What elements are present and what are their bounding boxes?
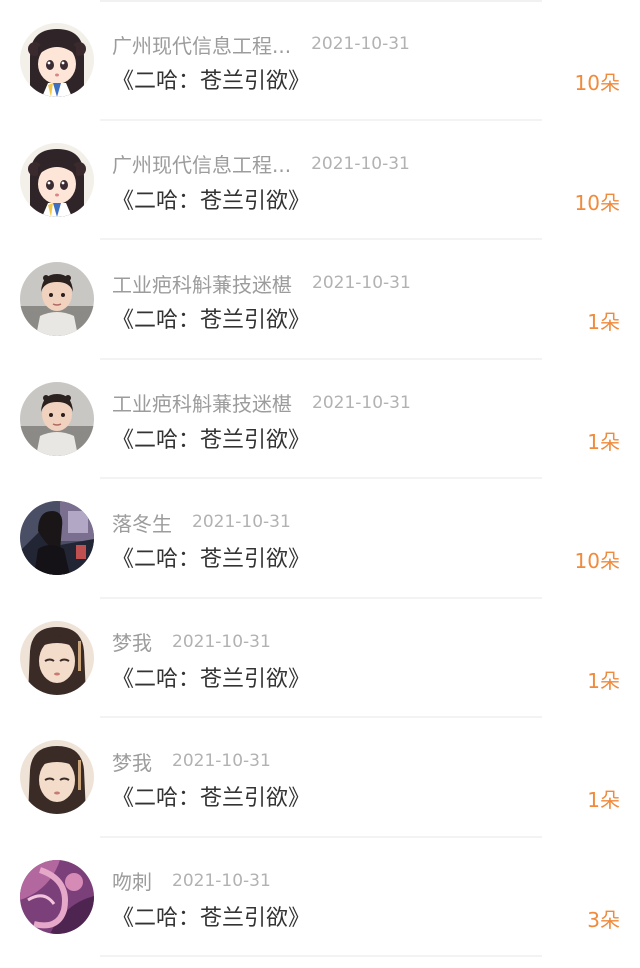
book-title[interactable]: 《二哈：苍兰引欲》 — [112, 900, 310, 932]
child-photo-avatar-icon — [20, 381, 94, 456]
gift-record-list: 广州现代信息工程... 2021-10-31 《二哈：苍兰引欲》 10朵 广州现… — [0, 0, 640, 968]
avatar[interactable] — [20, 262, 94, 336]
list-item[interactable]: 梦我 2021-10-31 《二哈：苍兰引欲》 1朵 — [0, 718, 640, 838]
list-item[interactable]: 广州现代信息工程... 2021-10-31 《二哈：苍兰引欲》 10朵 — [0, 1, 640, 121]
list-item[interactable]: 广州现代信息工程... 2021-10-31 《二哈：苍兰引欲》 10朵 — [0, 121, 640, 240]
item-meta: 广州现代信息工程... 2021-10-31 — [112, 30, 410, 58]
item-meta: 工业疤科斛蒹技迷椹 2021-10-31 — [112, 389, 411, 417]
book-title[interactable]: 《二哈：苍兰引欲》 — [112, 302, 310, 334]
date: 2021-10-31 — [172, 751, 271, 771]
user-name[interactable]: 落冬生 — [112, 508, 172, 537]
user-name[interactable]: 梦我 — [112, 627, 152, 656]
gift-amount: 10朵 — [574, 190, 620, 215]
avatar[interactable] — [20, 381, 94, 456]
list-item[interactable]: 工业疤科斛蒹技迷椹 2021-10-31 《二哈：苍兰引欲》 1朵 — [0, 240, 640, 360]
user-name[interactable]: 工业疤科斛蒹技迷椹 — [112, 269, 292, 298]
item-meta: 工业疤科斛蒹技迷椹 2021-10-31 — [112, 269, 411, 297]
gift-amount: 1朵 — [587, 668, 620, 693]
avatar[interactable] — [20, 740, 94, 814]
date: 2021-10-31 — [311, 153, 410, 174]
avatar[interactable] — [20, 620, 94, 695]
list-item[interactable]: 吻刺 2021-10-31 《二哈：苍兰引欲》 3朵 — [0, 838, 640, 957]
user-name[interactable]: 工业疤科斛蒹技迷椹 — [112, 388, 292, 417]
book-title[interactable]: 《二哈：苍兰引欲》 — [112, 183, 310, 215]
book-title[interactable]: 《二哈：苍兰引欲》 — [112, 63, 310, 95]
user-name[interactable]: 吻刺 — [112, 866, 152, 895]
date: 2021-10-31 — [312, 392, 411, 413]
item-meta: 落冬生 2021-10-31 — [112, 508, 291, 536]
book-title[interactable]: 《二哈：苍兰引欲》 — [112, 661, 310, 693]
user-name[interactable]: 广州现代信息工程... — [112, 149, 291, 178]
date: 2021-10-31 — [172, 631, 271, 652]
child-photo-avatar-icon — [20, 262, 94, 336]
date: 2021-10-31 — [311, 34, 410, 54]
item-meta: 梦我 2021-10-31 — [112, 747, 271, 775]
item-meta: 吻刺 2021-10-31 — [112, 867, 271, 895]
date: 2021-10-31 — [172, 870, 271, 891]
gift-amount: 3朵 — [587, 907, 620, 932]
illustrated-woman-avatar-icon — [20, 620, 94, 695]
gift-amount: 10朵 — [574, 549, 620, 573]
avatar[interactable] — [20, 859, 94, 934]
anime-girl-avatar-icon — [20, 23, 94, 97]
avatar[interactable] — [20, 23, 94, 97]
gift-amount: 1朵 — [587, 310, 620, 334]
book-title[interactable]: 《二哈：苍兰引欲》 — [112, 780, 310, 812]
user-name[interactable]: 梦我 — [112, 747, 152, 776]
abstract-purple-avatar-icon — [20, 859, 94, 934]
divider — [100, 955, 542, 957]
date: 2021-10-31 — [192, 512, 291, 532]
gift-amount: 1朵 — [587, 429, 620, 454]
user-name[interactable]: 广州现代信息工程... — [112, 30, 291, 59]
gift-amount: 10朵 — [574, 71, 620, 95]
list-item[interactable]: 落冬生 2021-10-31 《二哈：苍兰引欲》 10朵 — [0, 479, 640, 599]
list-item[interactable]: 工业疤科斛蒹技迷椹 2021-10-31 《二哈：苍兰引欲》 1朵 — [0, 360, 640, 479]
book-title[interactable]: 《二哈：苍兰引欲》 — [112, 422, 310, 454]
illustrated-woman-avatar-icon — [20, 740, 94, 814]
book-title[interactable]: 《二哈：苍兰引欲》 — [112, 541, 310, 573]
gift-amount: 1朵 — [587, 788, 620, 812]
avatar[interactable] — [20, 501, 94, 575]
dark-photo-avatar-icon — [20, 501, 94, 575]
item-meta: 广州现代信息工程... 2021-10-31 — [112, 150, 410, 178]
avatar[interactable] — [20, 142, 94, 217]
date: 2021-10-31 — [312, 273, 411, 293]
list-item[interactable]: 梦我 2021-10-31 《二哈：苍兰引欲》 1朵 — [0, 599, 640, 718]
item-meta: 梦我 2021-10-31 — [112, 628, 271, 656]
anime-girl-avatar-icon — [20, 142, 94, 217]
